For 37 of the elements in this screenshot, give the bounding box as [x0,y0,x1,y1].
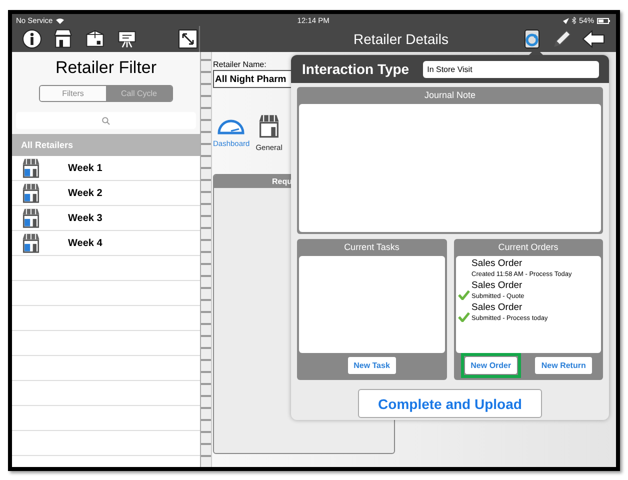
panel-header: Current Tasks [343,241,400,254]
order-title: Sales Order [472,280,524,291]
expand-icon[interactable] [178,29,198,49]
row-label: Week 1 [68,162,102,174]
panel-title: Retailer Filter [12,52,200,78]
search-field[interactable] [16,112,196,129]
back-arrow-icon[interactable] [582,30,606,48]
package-icon[interactable] [84,28,106,50]
search-icon [102,116,110,124]
complete-upload-button[interactable]: Complete and Upload [358,389,542,418]
action-button[interactable]: New Task [348,357,396,374]
row-label: Week 4 [68,238,102,248]
pencil-icon[interactable] [551,28,573,50]
action-button[interactable]: New Return [535,357,592,374]
panel-header: Current Orders [497,241,560,254]
action-button[interactable]: New Order [464,357,518,374]
order-title: Sales Order [472,258,524,269]
panel-header: Journal Note [423,89,477,102]
interaction-type-field[interactable]: In Store Visit [423,60,599,78]
battery-icon [597,18,610,24]
segment-tab[interactable]: Filters [40,86,106,101]
store-icon [20,207,42,229]
store-icon[interactable] [52,28,74,50]
row-label: Week 3 [68,212,102,224]
nav-title: Retailer Details [354,31,448,47]
wifi-icon [56,18,64,24]
easel-icon[interactable] [116,28,138,50]
store-icon [20,157,42,179]
section-header: All Retailers [12,134,200,156]
row-label: Week 2 [68,188,102,198]
order-title: Sales Order [472,302,524,313]
location-icon [562,18,569,24]
sync-icon[interactable] [522,28,542,50]
store-icon [20,182,42,204]
store-icon [20,232,42,254]
bluetooth-icon [572,17,576,24]
info-icon[interactable] [22,29,42,49]
